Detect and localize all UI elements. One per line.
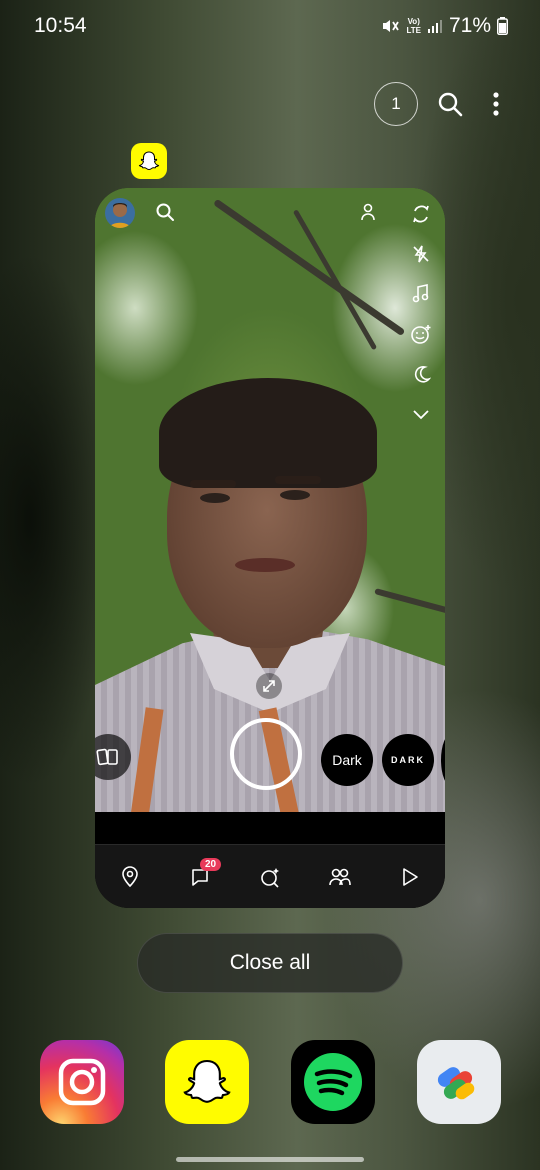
mouth [235,558,295,572]
recent-app-card-snapchat[interactable]: Dark DARK 20 [95,188,445,908]
music-icon[interactable] [407,280,435,308]
camera-preview: Dark DARK [95,188,445,812]
lens-chip-dark-caps[interactable]: DARK [382,734,434,786]
chat-icon[interactable]: 20 [180,857,222,897]
spotify-icon[interactable] [291,1040,375,1124]
spotlight-play-icon[interactable] [390,857,430,897]
close-all-button[interactable]: Close all [137,933,403,993]
flip-camera-icon[interactable] [407,200,435,228]
eyebrow [190,480,236,488]
spotlight-camera-icon[interactable] [250,857,290,897]
eye [200,493,230,503]
instagram-icon[interactable] [40,1040,124,1124]
add-friend-icon[interactable] [357,200,381,224]
window-count-button[interactable]: 1 [374,82,418,126]
chat-unread-badge: 20 [200,858,222,871]
map-icon[interactable] [110,857,150,897]
eye [280,490,310,500]
battery-icon [497,17,508,35]
camera-side-tools [405,200,437,428]
mute-icon [380,16,400,36]
status-icons: Vo) LTE 71% [380,14,508,38]
recents-top-actions: 1 [374,82,510,126]
status-bar: 10:54 Vo) LTE 71% [0,0,540,52]
tree-branch [374,588,445,615]
lens-chip-dark[interactable]: Dark [321,734,373,786]
volte-icon: Vo) LTE [406,17,421,35]
bitmoji-avatar[interactable] [105,198,135,228]
home-indicator[interactable] [176,1157,364,1162]
eyebrow [275,476,321,484]
person-hair [159,378,377,488]
battery-percent: 71% [448,14,491,37]
stories-friends-icon[interactable] [320,857,360,897]
night-mode-icon[interactable] [407,360,435,388]
expand-icon[interactable] [256,673,282,699]
flash-off-icon[interactable] [407,240,435,268]
signal-icon [427,18,443,34]
snapchat-app-icon[interactable] [131,143,167,179]
status-time: 10:54 [34,14,87,37]
google-pay-icon[interactable] [417,1040,501,1124]
snapchat-bottom-nav: 20 [95,844,445,908]
app-dock [0,1040,540,1126]
lens-face-icon[interactable] [407,320,435,348]
capture-button[interactable] [230,718,302,790]
search-icon[interactable] [436,82,464,126]
more-options-icon[interactable] [482,82,510,126]
search-icon[interactable] [153,200,177,224]
chevron-down-icon[interactable] [407,400,435,428]
snapchat-icon[interactable] [165,1040,249,1124]
tree-branch [292,209,378,351]
